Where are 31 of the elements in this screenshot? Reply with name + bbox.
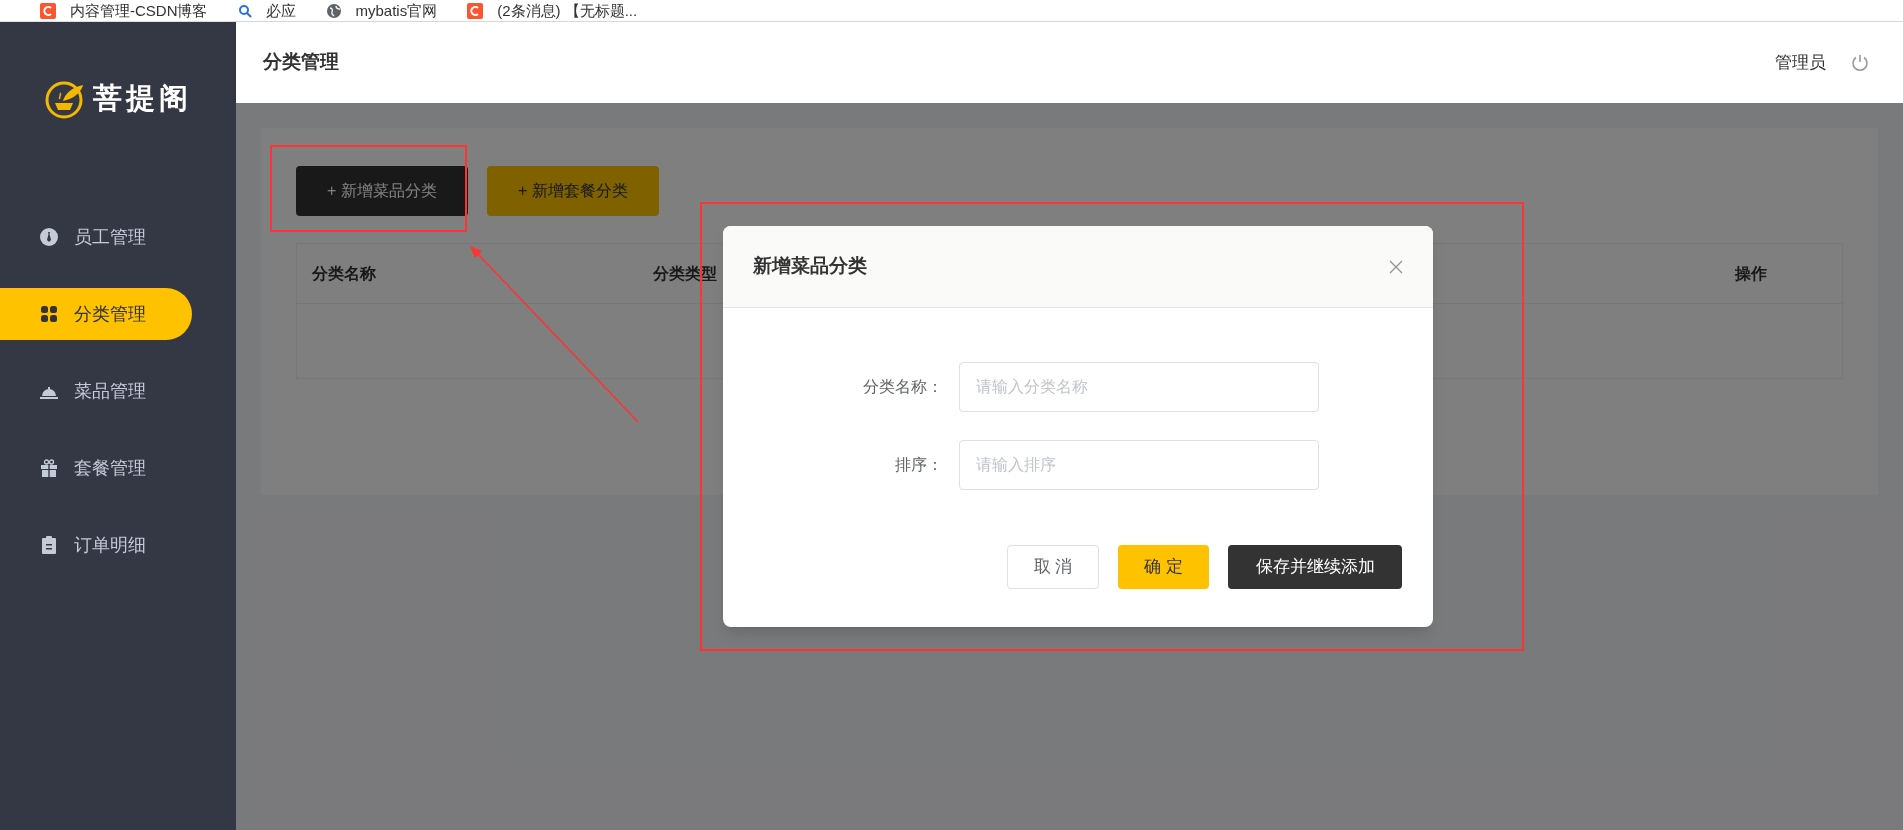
column-header: 分类类型	[653, 264, 717, 282]
logo-text: 菩提阁	[92, 80, 192, 116]
grid-icon	[39, 304, 59, 324]
field-label: 排序：	[894, 455, 944, 475]
tie-icon	[39, 227, 59, 247]
text-input[interactable]: 请输入分类名称	[959, 362, 1319, 412]
power-icon[interactable]	[1850, 52, 1870, 73]
sidebar-item[interactable]: 套餐管理	[0, 442, 192, 494]
add-category-button[interactable]: + 新增菜品分类	[296, 166, 468, 216]
dialog-button[interactable]: 保存并继续添加	[1228, 545, 1402, 589]
dialog-button[interactable]: 确 定	[1118, 545, 1209, 589]
bookmark-link[interactable]: 必应	[237, 3, 296, 18]
search-icon	[237, 3, 252, 18]
sidebar-item[interactable]: 订单明细	[0, 519, 192, 571]
page-title: 分类管理	[263, 50, 339, 75]
dialog-button[interactable]: 取 消	[1007, 545, 1099, 589]
sidebar-item[interactable]: 菜品管理	[0, 365, 192, 417]
user-name: 管理员	[1775, 51, 1826, 74]
bookmark-link[interactable]: 内容管理-CSDN博客	[40, 2, 208, 19]
field-label: 分类名称：	[862, 377, 944, 397]
text-input[interactable]: 请输入排序	[959, 440, 1319, 490]
clipboard-icon	[39, 535, 59, 555]
dialog-title: 新增菜品分类	[753, 254, 867, 279]
close-icon[interactable]	[1389, 259, 1403, 274]
sidebar-item[interactable]: 分类管理	[0, 288, 192, 340]
column-header: 操作	[1735, 264, 1767, 282]
sidebar-item[interactable]: 员工管理	[0, 211, 192, 263]
bookmark-link[interactable]: mybatis官网	[325, 2, 438, 19]
column-header: 分类名称	[312, 264, 376, 282]
gift-icon	[39, 458, 59, 478]
bookmark-link[interactable]: (2条消息) 【无标题...	[467, 2, 638, 19]
